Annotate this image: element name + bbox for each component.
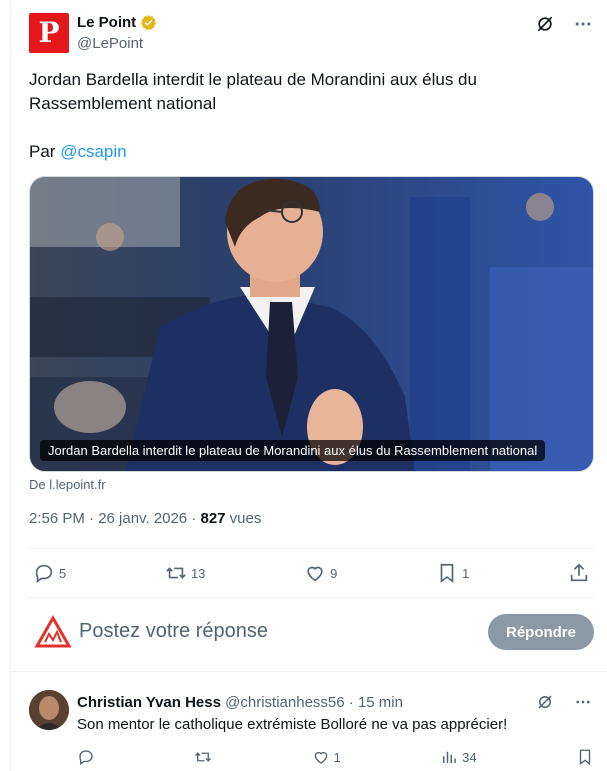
grok-icon[interactable] [535, 692, 555, 712]
retweet-icon [166, 567, 186, 579]
reply-like-count: 1 [333, 749, 341, 765]
verified-badge-icon [140, 14, 157, 31]
article-photo [30, 177, 593, 471]
retweet-button[interactable]: 13 [165, 562, 205, 584]
retweet-icon [195, 752, 212, 762]
like-count: 9 [330, 565, 338, 581]
reply-bookmark-button[interactable] [576, 748, 594, 766]
tweet-meta: 2:56 PM · 26 janv. 2026 · 827 vues [29, 510, 261, 527]
views-chart-icon [443, 751, 456, 763]
avatar-logo-letter: P [38, 16, 60, 49]
reply-action-bar: 1 34 [77, 746, 594, 768]
timestamp[interactable]: 2:56 PM · 26 janv. 2026 · [29, 510, 200, 527]
reply-count: 5 [59, 565, 67, 581]
bookmark-icon [579, 749, 591, 766]
more-options-icon[interactable] [573, 14, 593, 34]
bookmark-icon [440, 563, 454, 583]
reply-author-handle[interactable]: @christianhess56 [225, 694, 344, 711]
byline-prefix: Par [29, 142, 61, 161]
reply-like-button[interactable]: 1 [312, 748, 341, 766]
link-source[interactable]: De l.lepoint.fr [29, 477, 106, 492]
tweet-action-bar: 5 13 9 1 [29, 556, 594, 590]
reply-time[interactable]: 15 min [358, 694, 403, 711]
mention-link[interactable]: @csapin [60, 142, 126, 161]
tweet-text: Jordan Bardella interdit le plateau de M… [29, 68, 589, 164]
link-card-image[interactable]: Jordan Bardella interdit le plateau de M… [29, 176, 594, 472]
link-card-title: Jordan Bardella interdit le plateau de M… [40, 440, 546, 461]
more-options-icon[interactable] [573, 692, 593, 712]
tweet-text-body: Jordan Bardella interdit le plateau de M… [29, 70, 477, 113]
reply-reply-button[interactable] [77, 748, 95, 766]
divider [11, 671, 607, 672]
heart-icon [314, 751, 327, 764]
reply-submit-button[interactable]: Répondre [488, 614, 594, 650]
reply-icon [79, 750, 93, 766]
reply-author-avatar[interactable] [29, 690, 69, 730]
author-avatar[interactable]: P [29, 13, 69, 53]
like-button[interactable]: 9 [304, 562, 337, 584]
author-name-label: Le Point [77, 14, 137, 31]
reply-separator: · [344, 694, 358, 711]
reply-input[interactable]: Postez votre réponse [79, 620, 268, 643]
reply-icon [35, 564, 53, 583]
share-icon [570, 563, 588, 582]
reply-retweet-button[interactable] [194, 748, 212, 766]
share-button[interactable] [568, 562, 590, 584]
views-count: 827 [200, 510, 226, 527]
divider [29, 548, 594, 549]
tweet-top-actions [535, 14, 593, 34]
reply-button[interactable]: 5 [33, 562, 66, 584]
divider [29, 597, 594, 598]
user-avatar[interactable] [33, 612, 73, 652]
reply-views-count: 34 [462, 749, 477, 765]
reply-author-name[interactable]: Christian Yvan Hess [77, 694, 221, 711]
views-label: vues [225, 510, 262, 527]
reply-header: Christian Yvan Hess @christianhess56 · 1… [77, 694, 403, 711]
author-handle[interactable]: @LePoint [77, 35, 143, 52]
heart-icon [307, 566, 323, 582]
reply-top-actions [535, 692, 593, 712]
bookmark-count: 1 [462, 565, 470, 581]
tweet-detail-panel: P Le Point @LePoint Jordan Bardella inte… [10, 0, 607, 771]
reply-text: Son mentor le catholique extrémiste Boll… [77, 716, 508, 733]
author-name[interactable]: Le Point [77, 14, 157, 31]
tweet-byline: Par @csapin [29, 140, 589, 164]
bookmark-button[interactable]: 1 [436, 562, 469, 584]
grok-icon[interactable] [535, 14, 555, 34]
reply-views-button[interactable]: 34 [440, 748, 477, 766]
retweet-count: 13 [190, 565, 206, 581]
